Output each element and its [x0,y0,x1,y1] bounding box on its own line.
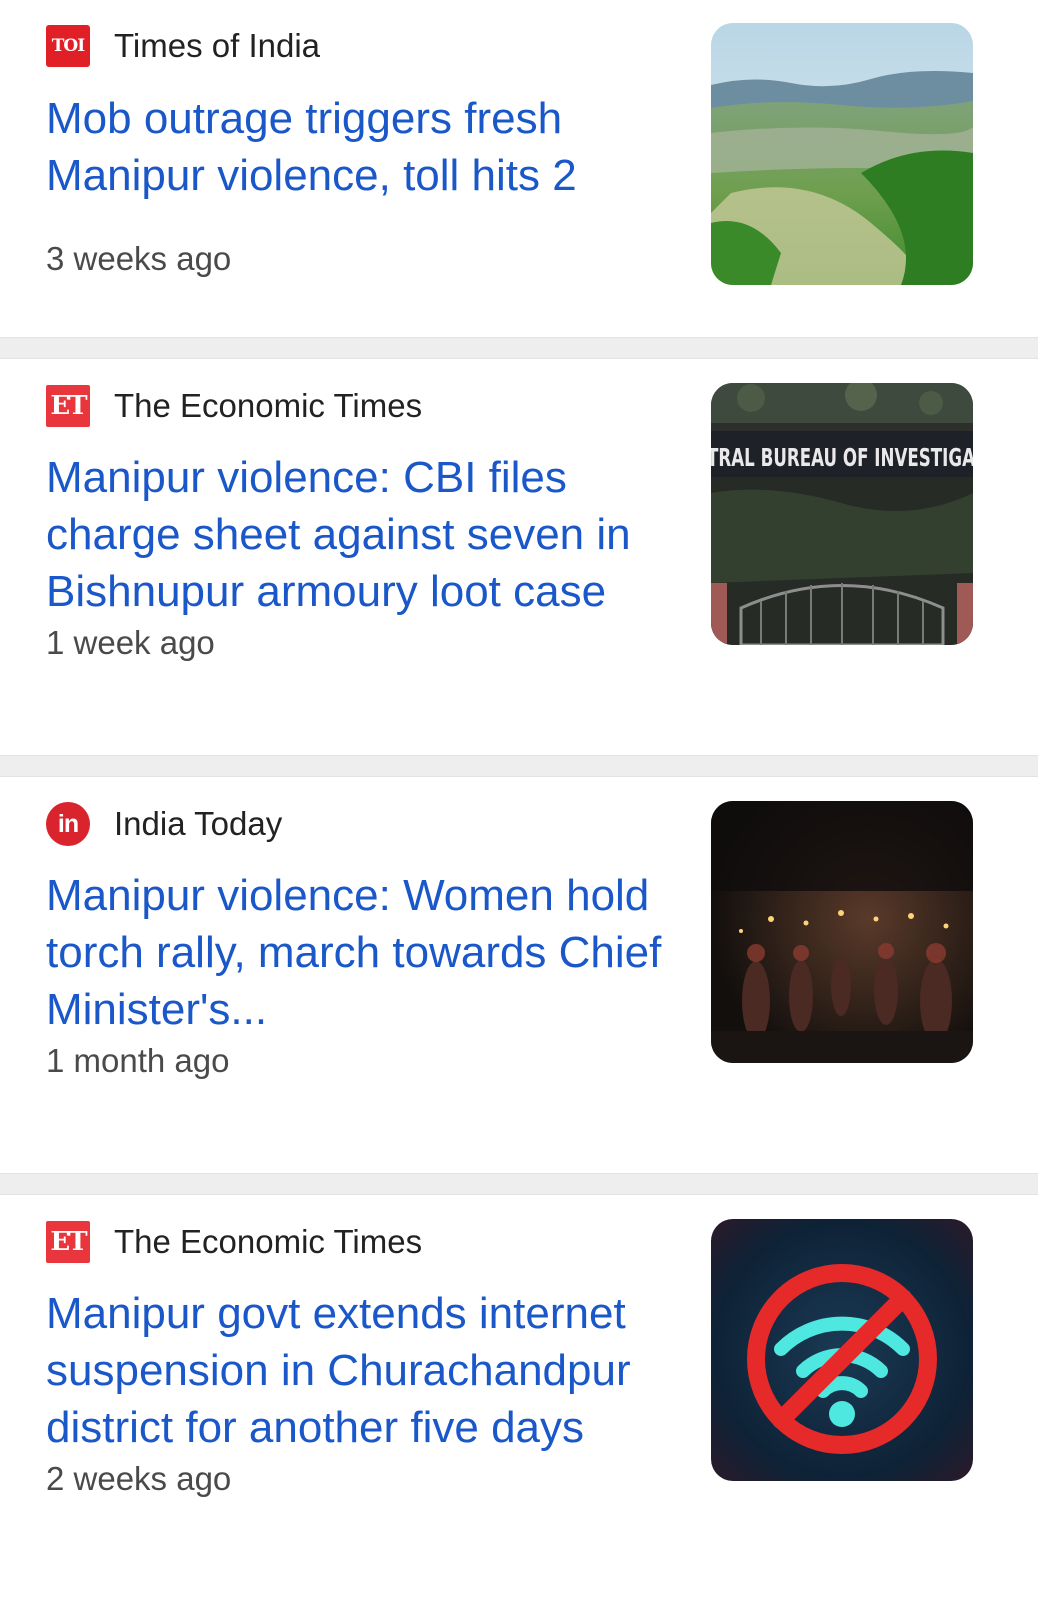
source-row: in India Today [46,801,282,847]
card-divider [0,755,1038,777]
source-name: India Today [114,805,283,842]
news-card[interactable]: TOI Times of India Mob outrage triggers … [0,0,1038,337]
source-name: Times of India [114,27,321,64]
timestamp: 1 week ago [46,624,215,661]
card-divider [0,337,1038,359]
source-name: The Economic Times [114,387,423,424]
thumbnail-image[interactable]: TRAL BUREAU OF INVESTIGA [711,383,973,645]
headline-link[interactable]: Manipur govt extends internet suspension… [46,1285,676,1456]
news-card[interactable]: ET The Economic Times Manipur violence: … [0,359,1038,755]
source-row: TOI Times of India [46,23,320,69]
thumbnail-image[interactable] [711,1219,973,1481]
card-divider [0,1173,1038,1195]
headline-link[interactable]: Manipur violence: Women hold torch rally… [46,867,676,1038]
timestamp: 1 month ago [46,1042,230,1079]
thumbnail-sign-text: TRAL BUREAU OF INVESTIGA [711,443,973,472]
india-today-logo-icon: in [46,802,90,846]
news-card[interactable]: ET The Economic Times Manipur govt exten… [0,1195,1038,1614]
times-of-india-logo-icon: TOI [46,25,90,67]
source-row: ET The Economic Times [46,383,422,429]
headline-link[interactable]: Manipur violence: CBI files charge sheet… [46,449,676,620]
source-row: ET The Economic Times [46,1219,422,1265]
economic-times-logo-icon: ET [46,385,90,427]
news-card[interactable]: in India Today Manipur violence: Women h… [0,777,1038,1173]
source-name: The Economic Times [114,1223,423,1260]
thumbnail-image[interactable] [711,23,973,285]
news-feed: TOI Times of India Mob outrage triggers … [0,0,1038,1614]
thumbnail-image[interactable] [711,801,973,1063]
timestamp: 2 weeks ago [46,1460,232,1497]
timestamp: 3 weeks ago [46,240,232,277]
headline-link[interactable]: Mob outrage triggers fresh Manipur viole… [46,90,676,204]
economic-times-logo-icon: ET [46,1221,90,1263]
